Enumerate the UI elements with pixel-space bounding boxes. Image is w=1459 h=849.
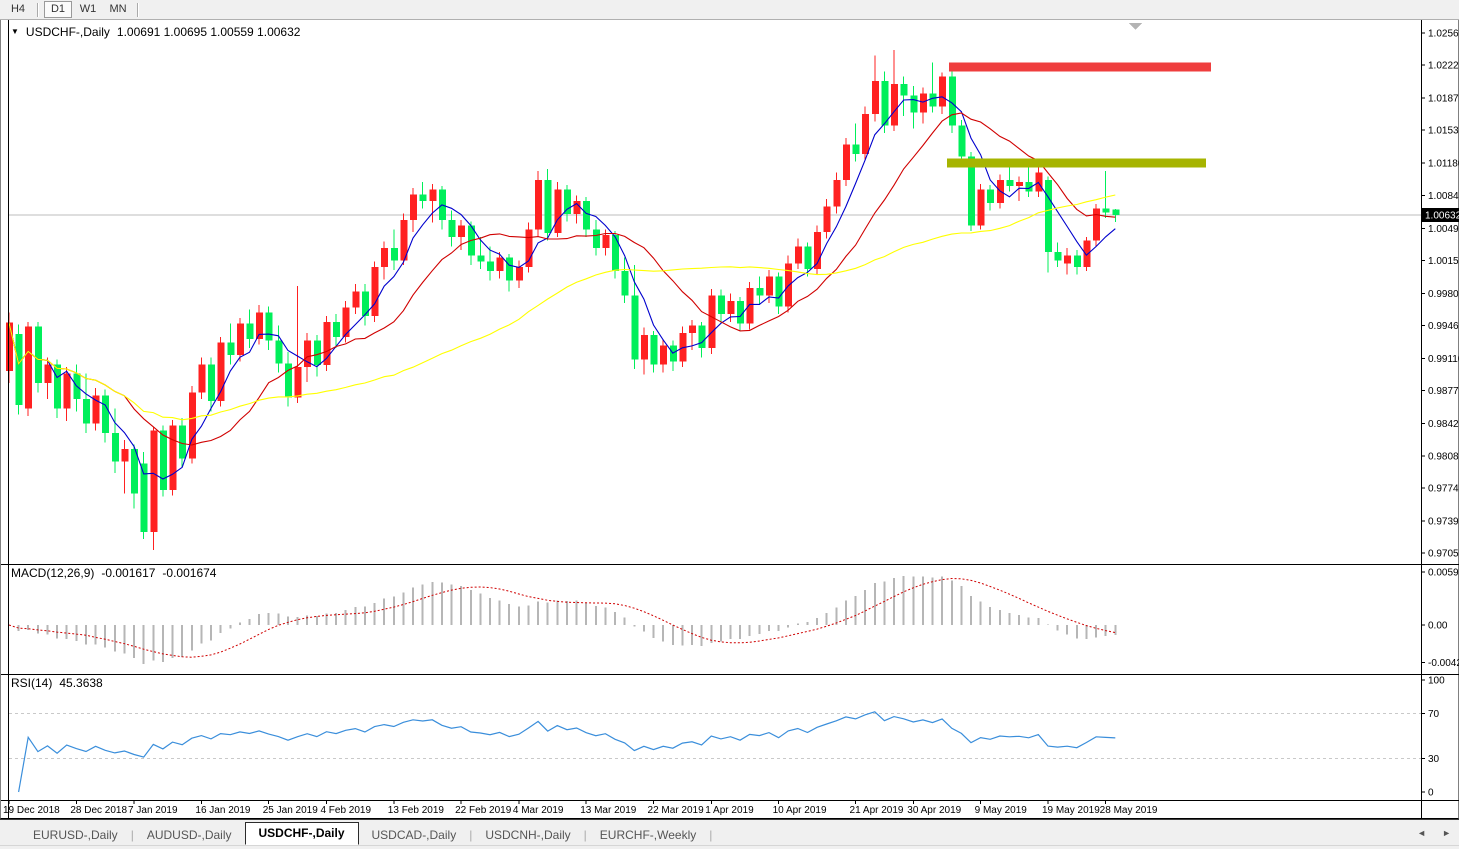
macd-name: MACD(12,26,9) [11, 566, 94, 580]
symbol-menu-icon: ▼ [11, 25, 19, 39]
svg-text:1 Apr 2019: 1 Apr 2019 [705, 805, 754, 816]
tab-usdcad-daily[interactable]: USDCAD-,Daily [359, 825, 470, 845]
svg-text:10 Apr 2019: 10 Apr 2019 [773, 805, 827, 816]
svg-text:19 May 2019: 19 May 2019 [1042, 805, 1100, 816]
tabs-scroll-right-button[interactable]: ► [1442, 828, 1451, 838]
svg-text:1.00840: 1.00840 [1428, 191, 1459, 202]
tab-usdchf-daily[interactable]: USDCHF-,Daily [245, 822, 359, 845]
chart-symbol-label: USDCHF-,Daily [26, 25, 110, 39]
macd-indicator-label: MACD(12,26,9) -0.001617 -0.001674 [11, 566, 216, 580]
svg-text:22 Mar 2019: 22 Mar 2019 [648, 805, 705, 816]
svg-text:13 Mar 2019: 13 Mar 2019 [580, 805, 637, 816]
tab-eurchf-weekly[interactable]: EURCHF-,Weekly [587, 825, 709, 845]
svg-text:100: 100 [1428, 676, 1445, 687]
chart-window: 1.02560 1.02220 1.01870 1.01530 1.01180 1.008… [0, 20, 1459, 819]
svg-text:1.00150: 1.00150 [1428, 256, 1459, 267]
tabs-scroll-left-button[interactable]: ◄ [1417, 828, 1426, 838]
svg-text:0.99800: 0.99800 [1428, 289, 1459, 300]
svg-text:1.02560: 1.02560 [1428, 29, 1459, 40]
timeframe-d1-button[interactable]: D1 [44, 1, 72, 18]
tab-divider: | [709, 825, 712, 845]
svg-text:0.98080: 0.98080 [1428, 451, 1459, 462]
svg-text:4 Feb 2019: 4 Feb 2019 [320, 805, 371, 816]
svg-text:0.97740: 0.97740 [1428, 483, 1459, 494]
svg-text:28 Dec 2018: 28 Dec 2018 [70, 805, 127, 816]
svg-text:9 May 2019: 9 May 2019 [975, 805, 1028, 816]
chart-title: ▼ USDCHF-,Daily 1.00691 1.00695 1.00559 … [11, 25, 300, 39]
timeframes-toolbar: H4 D1 W1 MN [0, 0, 1459, 20]
svg-text:0.99460: 0.99460 [1428, 321, 1459, 332]
rsi-indicator-label: RSI(14) 45.3638 [11, 676, 103, 690]
svg-text:4 Mar 2019: 4 Mar 2019 [513, 805, 564, 816]
svg-text:19 Dec 2018: 19 Dec 2018 [3, 805, 60, 816]
svg-text:1.00632: 1.00632 [1425, 210, 1459, 221]
svg-text:0: 0 [1428, 788, 1434, 799]
svg-text:0.00597: 0.00597 [1428, 567, 1459, 578]
svg-text:1.01180: 1.01180 [1428, 159, 1459, 170]
svg-text:21 Apr 2019: 21 Apr 2019 [850, 805, 904, 816]
svg-text:13 Feb 2019: 13 Feb 2019 [388, 805, 445, 816]
svg-text:30: 30 [1428, 754, 1440, 765]
svg-text:30 Apr 2019: 30 Apr 2019 [907, 805, 961, 816]
svg-text:0.97050: 0.97050 [1428, 549, 1459, 560]
svg-text:0.98420: 0.98420 [1428, 419, 1459, 430]
toolbar-separator [37, 3, 39, 17]
tab-usdcnh-daily[interactable]: USDCNH-,Daily [472, 825, 583, 845]
rsi-name: RSI(14) [11, 676, 52, 690]
svg-text:1.01870: 1.01870 [1428, 94, 1459, 105]
svg-text:70: 70 [1428, 709, 1440, 720]
svg-text:0.00: 0.00 [1428, 621, 1448, 632]
rsi-value: 45.3638 [59, 676, 102, 690]
symbol-tabbar: EURUSD-,Daily | AUDUSD-,Daily USDCHF-,Da… [0, 819, 1459, 845]
timeframe-mn-button[interactable]: MN [104, 1, 132, 18]
chart-canvas[interactable]: 1.02560 1.02220 1.01870 1.01530 1.01180 1.008… [1, 20, 1459, 819]
svg-text:7 Jan 2019: 7 Jan 2019 [128, 805, 178, 816]
timeframe-w1-button[interactable]: W1 [74, 1, 102, 18]
toolbar-separator [137, 3, 139, 17]
svg-text:1.00490: 1.00490 [1428, 224, 1459, 235]
svg-text:16 Jan 2019: 16 Jan 2019 [195, 805, 250, 816]
macd-signal-value: -0.001674 [162, 566, 216, 580]
tab-eurusd-daily[interactable]: EURUSD-,Daily [20, 825, 131, 845]
macd-main-value: -0.001617 [101, 566, 155, 580]
tab-audusd-daily[interactable]: AUDUSD-,Daily [134, 825, 245, 845]
svg-text:0.97390: 0.97390 [1428, 516, 1459, 527]
chart-ohlc-values: 1.00691 1.00695 1.00559 1.00632 [117, 25, 301, 39]
svg-text:-0.00424: -0.00424 [1428, 658, 1459, 669]
svg-text:25 Jan 2019: 25 Jan 2019 [263, 805, 318, 816]
svg-text:0.98770: 0.98770 [1428, 386, 1459, 397]
svg-text:1.01530: 1.01530 [1428, 126, 1459, 137]
svg-text:28 May 2019: 28 May 2019 [1100, 805, 1158, 816]
svg-text:1.02220: 1.02220 [1428, 61, 1459, 72]
svg-text:22 Feb 2019: 22 Feb 2019 [455, 805, 512, 816]
svg-text:0.99110: 0.99110 [1428, 354, 1459, 365]
window-bottom-strip [0, 845, 1459, 849]
timeframe-h4-button[interactable]: H4 [4, 1, 32, 18]
